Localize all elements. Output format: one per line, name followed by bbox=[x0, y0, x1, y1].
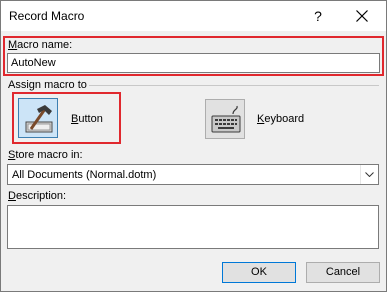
cancel-button[interactable]: Cancel bbox=[306, 262, 380, 283]
assign-button-tile[interactable] bbox=[18, 98, 58, 138]
assign-separator bbox=[89, 85, 379, 86]
keyboard-icon bbox=[211, 105, 241, 133]
assign-keyboard-tile[interactable] bbox=[205, 99, 245, 139]
store-macro-select[interactable]: All Documents (Normal.dotm) bbox=[7, 164, 379, 185]
description-input[interactable] bbox=[7, 205, 379, 249]
record-macro-dialog: Record Macro ? Macro name: Assign macro … bbox=[0, 0, 387, 292]
assign-macro-label: Assign macro to bbox=[8, 79, 87, 91]
description-label: Description: bbox=[8, 190, 67, 202]
assign-keyboard-label[interactable]: Keyboard bbox=[257, 113, 304, 125]
assign-button-label[interactable]: Button bbox=[71, 113, 103, 125]
store-macro-selected: All Documents (Normal.dotm) bbox=[12, 169, 157, 181]
chevron-down-icon bbox=[365, 172, 374, 177]
close-button[interactable] bbox=[350, 5, 374, 27]
help-button[interactable]: ? bbox=[307, 5, 329, 27]
close-icon bbox=[356, 10, 368, 22]
store-macro-label: Store macro in: bbox=[8, 149, 83, 161]
button-hammer-icon bbox=[25, 105, 53, 133]
dropdown-button[interactable] bbox=[360, 165, 378, 184]
ok-button[interactable]: OK bbox=[222, 262, 296, 283]
macro-name-input[interactable] bbox=[7, 53, 380, 73]
macro-name-label: Macro name: bbox=[8, 39, 73, 51]
title-bar: Record Macro ? bbox=[1, 1, 386, 31]
dialog-title: Record Macro bbox=[9, 9, 85, 23]
